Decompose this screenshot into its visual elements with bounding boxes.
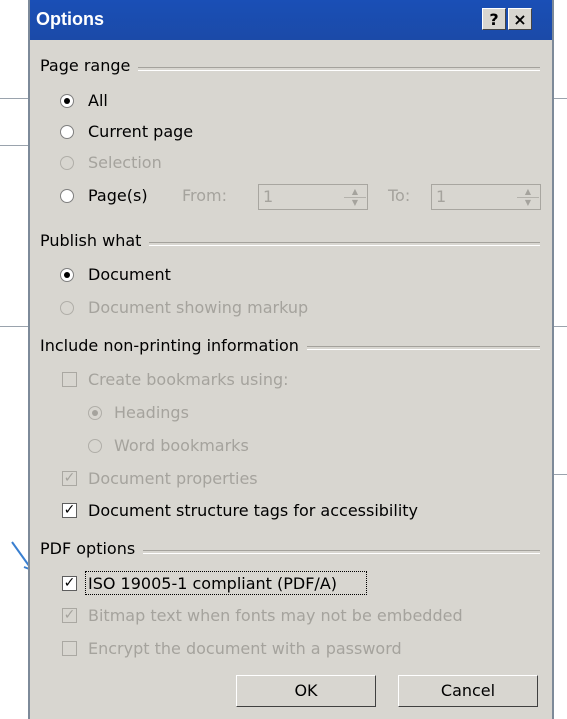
bg-divider [554, 98, 567, 99]
radio-button-icon [88, 439, 102, 453]
radio-button-icon [60, 94, 74, 108]
radio-button-icon [60, 156, 74, 170]
bg-divider [0, 326, 28, 327]
radio-button-icon [60, 268, 74, 282]
radio-document-label: Document [88, 265, 171, 284]
non-printing-heading: Include non-printing information [40, 336, 307, 355]
publish-what-heading: Publish what [40, 231, 150, 250]
checkbox-icon: ✓ [62, 607, 77, 623]
spin-down-icon: ▼ [351, 198, 359, 207]
checkbox-icon: ✓ [62, 470, 77, 486]
dialog-title: Options [36, 9, 104, 29]
structure-tags-label: Document structure tags for accessibilit… [88, 501, 419, 520]
pdf-options-heading: PDF options [40, 539, 144, 558]
options-dialog: Options ? × Page range All Current page … [28, 0, 554, 719]
encrypt-label: Encrypt the document with a password [88, 639, 402, 658]
checkbox-icon [62, 641, 77, 656]
close-button[interactable]: × [508, 8, 532, 30]
from-label: From: [182, 186, 228, 205]
bg-divider [0, 145, 28, 146]
radio-current-page-label: Current page [88, 122, 194, 141]
create-bookmarks-label: Create bookmarks using: [88, 370, 289, 389]
page-range-heading: Page range [40, 56, 139, 75]
from-value: 1 [263, 187, 274, 206]
radio-pages-label: Page(s) [88, 186, 148, 205]
to-label: To: [388, 186, 411, 205]
bitmap-text-label: Bitmap text when fonts may not be embedd… [88, 606, 463, 625]
bg-divider [554, 326, 567, 327]
radio-button-icon [60, 189, 74, 203]
to-value: 1 [436, 187, 447, 206]
document-properties-label: Document properties [88, 469, 258, 488]
title-bar: Options ? × [30, 0, 552, 40]
radio-button-icon [60, 125, 74, 139]
radio-headings-label: Headings [114, 403, 189, 422]
spin-down-icon: ▼ [524, 198, 532, 207]
bg-divider [554, 474, 567, 475]
focus-indicator [85, 571, 367, 595]
from-spinner: 1 ▲ ▼ [258, 184, 368, 210]
cancel-button[interactable]: Cancel [398, 675, 538, 707]
radio-word-bookmarks-label: Word bookmarks [114, 436, 249, 455]
bg-divider [0, 98, 28, 99]
radio-document-markup-label: Document showing markup [88, 298, 309, 317]
radio-button-icon [60, 301, 74, 315]
checkbox-icon [62, 372, 77, 387]
checkbox-icon: ✓ [62, 575, 77, 591]
to-spinner: 1 ▲ ▼ [431, 184, 541, 210]
radio-all-label: All [88, 91, 108, 110]
checkbox-icon: ✓ [62, 502, 77, 518]
radio-selection-label: Selection [88, 153, 162, 172]
help-button[interactable]: ? [482, 8, 506, 30]
ok-button[interactable]: OK [236, 675, 376, 707]
radio-button-icon [88, 406, 102, 420]
